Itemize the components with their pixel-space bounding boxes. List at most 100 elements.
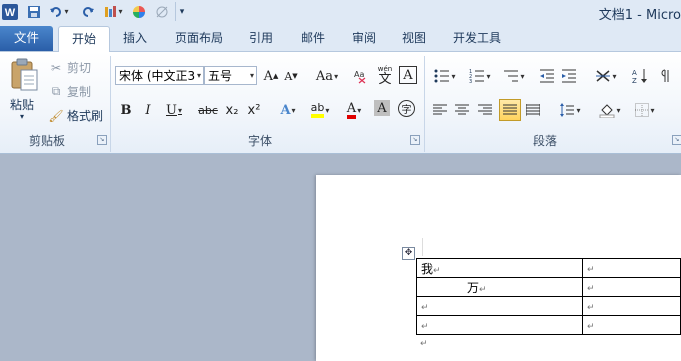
format-painter-button[interactable]: 🖌 格式刷 bbox=[48, 106, 103, 125]
tab-home[interactable]: 开始 bbox=[58, 26, 110, 53]
multilevel-list-icon bbox=[504, 70, 519, 82]
redo-icon[interactable] bbox=[80, 2, 96, 21]
grow-font-button[interactable]: A ▲ bbox=[261, 66, 281, 86]
tab-references[interactable]: 引用 bbox=[240, 27, 282, 51]
table-cell[interactable]: ↵ bbox=[581, 277, 681, 297]
tab-page-layout[interactable]: 页面布局 bbox=[166, 27, 232, 51]
subscript-button[interactable]: x₂ bbox=[222, 100, 242, 120]
borders-button[interactable]: ▾ bbox=[630, 100, 660, 120]
underline-button[interactable]: U ▾ bbox=[160, 100, 188, 120]
bold-glyph: B bbox=[120, 102, 132, 118]
change-case-button[interactable]: Aa ▾ bbox=[313, 66, 341, 86]
strikethrough-button[interactable]: abc bbox=[196, 100, 220, 120]
shrink-font-button[interactable]: A ▼ bbox=[281, 66, 301, 86]
quick-tool-icon[interactable]: ▾ bbox=[101, 2, 125, 21]
table-cell[interactable]: 万↵ bbox=[416, 277, 583, 297]
paragraph-mark: ↵ bbox=[421, 303, 429, 313]
document-table[interactable]: 我↵ ↵ 万↵ ↵ ↵ ↵ ↵ ↵ bbox=[416, 258, 681, 335]
char-shading-button[interactable]: A bbox=[374, 100, 390, 116]
paragraph-mark: ↵ bbox=[420, 339, 428, 349]
font-launcher-icon[interactable]: ↘ bbox=[410, 135, 420, 145]
numbering-button[interactable]: 1 2 3 ▾ bbox=[465, 66, 495, 86]
clear-format-button[interactable]: Aa bbox=[351, 66, 371, 86]
table-cell[interactable]: ↵ bbox=[416, 315, 583, 335]
italic-button[interactable]: I bbox=[138, 100, 158, 120]
phonetic-char: 文 bbox=[378, 72, 392, 87]
copy-icon: ⧉ bbox=[51, 84, 61, 98]
tab-review[interactable]: 审阅 bbox=[343, 27, 385, 51]
customize-icon[interactable]: ▾ bbox=[175, 2, 188, 21]
table-cell[interactable]: 我↵ bbox=[416, 258, 583, 278]
undo-icon[interactable]: ▾ bbox=[47, 2, 71, 21]
paragraph-mark: ↵ bbox=[586, 322, 595, 332]
svg-text:Aa: Aa bbox=[354, 70, 364, 79]
shrink-font-glyph: A bbox=[284, 69, 293, 83]
justify-button[interactable] bbox=[499, 99, 521, 121]
table-cell[interactable]: ↵ bbox=[581, 315, 681, 335]
shading-button[interactable]: ▾ bbox=[595, 100, 625, 120]
paste-dropdown-icon[interactable]: ▾ bbox=[20, 112, 24, 121]
strikethrough-glyph: abc bbox=[198, 103, 218, 117]
text-effect-button[interactable]: A ▾ bbox=[274, 100, 302, 120]
distribute-button[interactable] bbox=[523, 100, 543, 120]
show-marks-button[interactable] bbox=[656, 66, 676, 86]
cell-text: 我 bbox=[421, 261, 434, 276]
font-size-combo[interactable]: 五号 ▾ bbox=[204, 66, 257, 85]
tab-mailings[interactable]: 邮件 bbox=[292, 27, 334, 51]
borders-icon bbox=[635, 103, 650, 117]
table-move-handle-icon[interactable]: ✥ bbox=[402, 247, 415, 260]
bold-button[interactable]: B bbox=[116, 100, 136, 120]
multilevel-list-button[interactable]: ▾ bbox=[499, 66, 529, 86]
font-name-combo[interactable]: 宋体 (中文正3 ▾ bbox=[115, 66, 204, 85]
tab-view[interactable]: 视图 bbox=[393, 27, 435, 51]
clipboard-launcher-icon[interactable]: ↘ bbox=[97, 135, 107, 145]
bullets-button[interactable]: ▾ bbox=[430, 66, 460, 86]
window-title: 文档1 - Micro bbox=[598, 8, 681, 23]
line-spacing-button[interactable]: ▾ bbox=[555, 100, 585, 120]
paste-button[interactable]: 粘贴 ▾ bbox=[6, 56, 42, 128]
font-color-glyph: A bbox=[346, 102, 357, 119]
align-right-button[interactable] bbox=[475, 100, 495, 120]
paragraph-mark: ↵ bbox=[433, 265, 441, 276]
superscript-button[interactable]: x² bbox=[244, 100, 264, 120]
table-cell[interactable]: ↵ bbox=[581, 296, 681, 316]
table-row: ↵ ↵ bbox=[416, 296, 681, 316]
decrease-indent-button[interactable] bbox=[537, 66, 557, 86]
clear-format-icon: Aa bbox=[354, 70, 366, 84]
word-logo-icon[interactable]: W bbox=[2, 2, 18, 21]
table-cell[interactable]: ↵ bbox=[416, 296, 583, 316]
highlight-glyph: ab bbox=[310, 102, 325, 118]
increase-indent-icon bbox=[562, 69, 576, 83]
enclose-char-button[interactable]: 字 bbox=[398, 100, 415, 117]
svg-text:3: 3 bbox=[469, 79, 472, 83]
table-row: 我↵ ↵ bbox=[416, 258, 681, 278]
increase-indent-button[interactable] bbox=[559, 66, 579, 86]
group-divider bbox=[110, 56, 111, 152]
char-border-button[interactable]: A bbox=[399, 66, 417, 84]
paste-icon bbox=[11, 58, 38, 91]
paragraph-launcher-icon[interactable]: ↘ bbox=[672, 135, 681, 145]
chinese-layout-button[interactable]: ▾ bbox=[591, 66, 621, 86]
highlight-button[interactable]: ab ▾ bbox=[306, 100, 334, 120]
svg-text:A: A bbox=[632, 69, 637, 77]
ribbon-tabs: 文件 开始 插入 页面布局 引用 邮件 审阅 视图 开发工具 bbox=[0, 24, 681, 53]
cell-text: 万 bbox=[467, 280, 480, 295]
paragraph-mark: ↵ bbox=[586, 303, 595, 313]
title-bar: W ▾ ▾ ▾ 文档1 - Micro bbox=[0, 0, 681, 24]
subscript-glyph: x₂ bbox=[225, 102, 239, 118]
color-wheel-icon[interactable] bbox=[131, 2, 147, 21]
brush-icon: 🖌 bbox=[48, 108, 64, 123]
phonetic-guide-button[interactable]: wén 文 bbox=[375, 66, 395, 87]
grow-font-glyph: A bbox=[263, 68, 273, 84]
font-color-button[interactable]: A ▾ bbox=[340, 100, 368, 120]
tab-insert[interactable]: 插入 bbox=[113, 27, 157, 51]
align-left-button[interactable] bbox=[430, 100, 450, 120]
format-painter-label: 格式刷 bbox=[67, 109, 104, 123]
save-icon[interactable] bbox=[26, 2, 42, 21]
tab-developer[interactable]: 开发工具 bbox=[444, 27, 510, 51]
paste-label: 粘贴 bbox=[10, 98, 35, 112]
align-center-button[interactable] bbox=[452, 100, 472, 120]
sort-button[interactable]: AZ bbox=[630, 66, 650, 86]
tab-file[interactable]: 文件 bbox=[0, 26, 53, 51]
table-cell[interactable]: ↵ bbox=[581, 258, 681, 278]
